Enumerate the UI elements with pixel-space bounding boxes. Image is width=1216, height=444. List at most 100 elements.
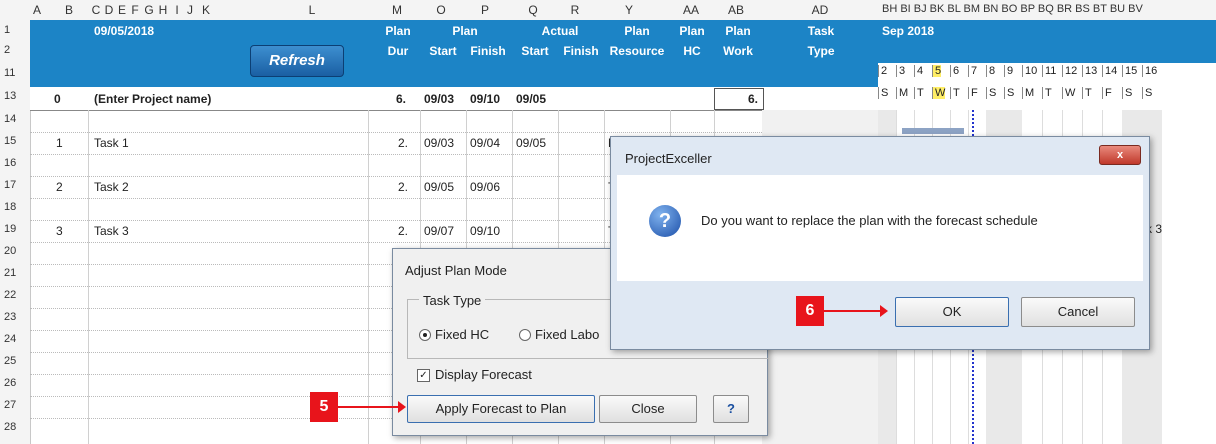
gantt-weekday: S — [1122, 87, 1132, 99]
task-id[interactable]: 3 — [56, 224, 63, 238]
row-header[interactable]: 28 — [4, 421, 16, 433]
col-header[interactable]: E — [116, 3, 128, 17]
task-dur[interactable]: 2. — [398, 224, 408, 238]
apply-forecast-button[interactable]: Apply Forecast to Plan — [407, 395, 595, 423]
close-button[interactable]: Close — [599, 395, 697, 423]
row-header[interactable]: 14 — [4, 113, 16, 125]
col-header[interactable]: I — [172, 3, 182, 17]
col-header[interactable]: Q — [526, 3, 540, 17]
row-header[interactable]: 21 — [4, 267, 16, 279]
fixed-labor-radio[interactable] — [519, 329, 531, 341]
col-header[interactable]: C — [90, 3, 102, 17]
col-header[interactable]: J — [184, 3, 196, 17]
row-header[interactable]: 22 — [4, 289, 16, 301]
row-header[interactable]: 11 — [4, 67, 15, 79]
refresh-button[interactable]: Refresh — [250, 45, 344, 77]
task-dur[interactable]: 2. — [398, 136, 408, 150]
project-finish[interactable]: 09/10 — [470, 92, 500, 106]
task-start[interactable]: 09/07 — [424, 224, 454, 238]
col-header[interactable]: D — [103, 3, 115, 17]
fixed-labor-label[interactable]: Fixed Labo — [535, 327, 599, 342]
task-id[interactable]: 1 — [56, 136, 63, 150]
plan-resource-header-1: Plan — [624, 24, 650, 38]
row-header[interactable]: 24 — [4, 333, 16, 345]
col-header[interactable]: G — [143, 3, 155, 17]
col-header[interactable]: M — [390, 3, 404, 17]
plan-work-header-2: Work — [723, 44, 753, 58]
radio-dot — [423, 333, 427, 337]
gantt-weekday: S — [878, 87, 888, 99]
col-header[interactable]: AA — [681, 3, 701, 17]
task-finish[interactable]: 09/06 — [470, 180, 500, 194]
col-header[interactable]: AD — [810, 3, 830, 17]
col-header[interactable]: A — [30, 3, 44, 17]
gantt-day: 14 — [1102, 65, 1117, 77]
close-x-button[interactable]: x — [1099, 145, 1141, 165]
gantt-col-headers[interactable]: BH BI BJ BK BL BM BN BO BP BQ BR BS BT B… — [882, 3, 1216, 15]
callout-5-arrow — [338, 401, 406, 413]
task-name[interactable]: Task 3 — [94, 224, 129, 238]
gantt-weekday: F — [968, 87, 978, 99]
col-header[interactable]: F — [129, 3, 141, 17]
row-header[interactable]: 17 — [4, 179, 16, 191]
gantt-day: 8 — [986, 65, 995, 77]
row-header[interactable]: 1 — [4, 24, 10, 36]
col-header[interactable]: R — [568, 3, 582, 17]
ok-button[interactable]: OK — [895, 297, 1009, 327]
fixed-hc-radio[interactable] — [419, 329, 431, 341]
task-start[interactable]: 09/05 — [424, 180, 454, 194]
row-header[interactable]: 18 — [4, 201, 16, 213]
help-button[interactable]: ? — [713, 395, 749, 423]
row-header[interactable]: 13 — [4, 90, 16, 102]
project-work[interactable]: 6. — [748, 92, 758, 106]
gantt-day-today: 5 — [932, 65, 942, 77]
task-actual-start[interactable]: 09/05 — [516, 136, 546, 150]
project-name[interactable]: (Enter Project name) — [94, 92, 211, 106]
gantt-weekday: S — [1004, 87, 1014, 99]
callout-6: 6 — [796, 296, 824, 326]
project-id[interactable]: 0 — [54, 92, 61, 106]
row-header[interactable]: 20 — [4, 245, 16, 257]
row-header[interactable]: 25 — [4, 355, 16, 367]
col-header[interactable]: B — [62, 3, 76, 17]
plan-dur-header-1: Plan — [385, 24, 411, 38]
dialog-title: Adjust Plan Mode — [405, 263, 507, 278]
col-header[interactable]: L — [305, 3, 319, 17]
col-header[interactable]: AB — [726, 3, 746, 17]
display-forecast-label[interactable]: Display Forecast — [435, 367, 532, 382]
project-start[interactable]: 09/03 — [424, 92, 454, 106]
task-bar[interactable] — [902, 128, 964, 134]
task-start[interactable]: 09/03 — [424, 136, 454, 150]
gantt-day: 16 — [1142, 65, 1157, 77]
display-forecast-checkbox[interactable]: ✓ — [417, 369, 430, 382]
fixed-hc-label[interactable]: Fixed HC — [435, 327, 489, 342]
task-type-header-2: Type — [807, 44, 835, 58]
task-dur[interactable]: 2. — [398, 180, 408, 194]
row-header[interactable]: 27 — [4, 399, 16, 411]
col-header[interactable]: K — [200, 3, 212, 17]
row-header[interactable]: 16 — [4, 157, 16, 169]
col-header[interactable]: Y — [622, 3, 636, 17]
project-dur[interactable]: 6. — [396, 92, 406, 106]
gantt-weekday: M — [1022, 87, 1034, 99]
row-header[interactable]: 15 — [4, 135, 16, 147]
task-name[interactable]: Task 1 — [94, 136, 129, 150]
task-finish[interactable]: 09/04 — [470, 136, 500, 150]
message-area: ? Do you want to replace the plan with t… — [617, 175, 1143, 281]
task-id[interactable]: 2 — [56, 180, 63, 194]
row-header[interactable]: 2 — [4, 44, 10, 56]
cancel-button[interactable]: Cancel — [1021, 297, 1135, 327]
col-header[interactable]: H — [157, 3, 169, 17]
confirm-title: ProjectExceller — [625, 151, 712, 166]
row-header[interactable]: 23 — [4, 311, 16, 323]
row-header[interactable]: 26 — [4, 377, 16, 389]
col-header[interactable]: P — [478, 3, 492, 17]
task-name[interactable]: Task 2 — [94, 180, 129, 194]
gantt-weekday: S — [1142, 87, 1152, 99]
col-header[interactable]: O — [434, 3, 448, 17]
grid-line — [88, 110, 89, 444]
row-header[interactable]: 19 — [4, 223, 16, 235]
spreadsheet: A B C D E F G H I J K L M O P Q R Y AA A… — [0, 0, 1216, 444]
task-finish[interactable]: 09/10 — [470, 224, 500, 238]
project-actual-start[interactable]: 09/05 — [516, 92, 546, 106]
